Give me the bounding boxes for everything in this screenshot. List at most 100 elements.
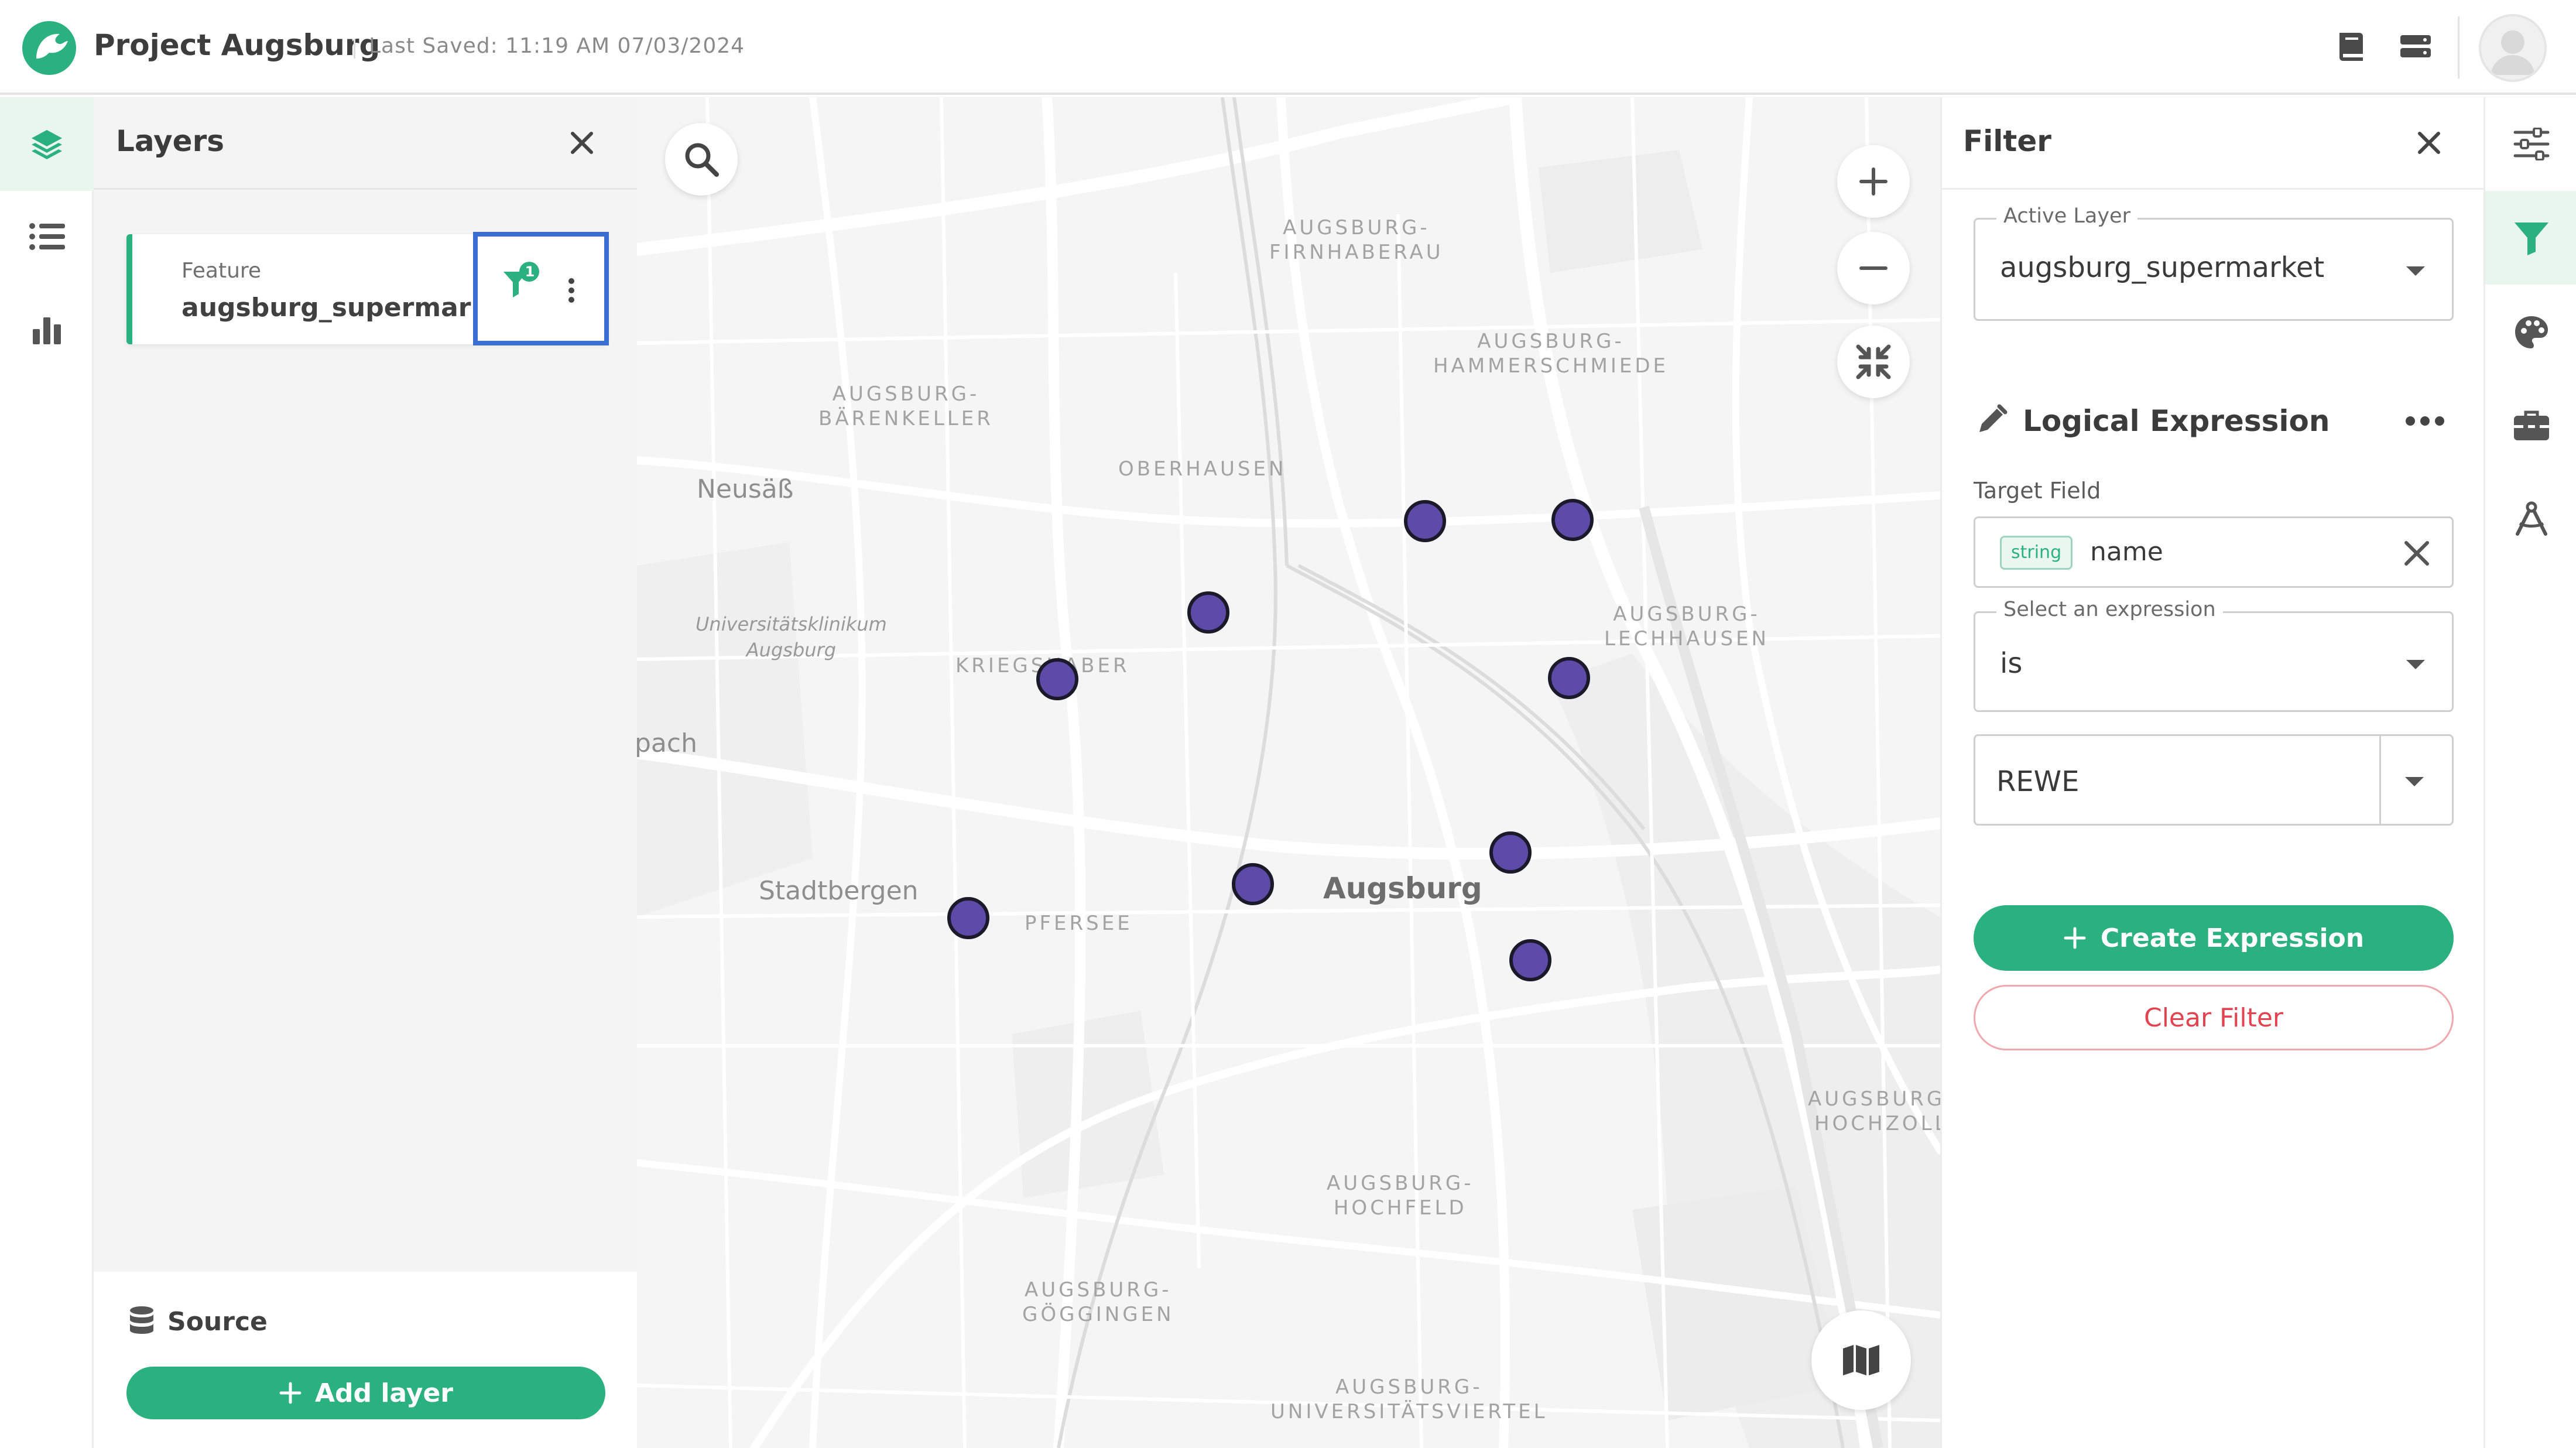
layer-actions-highlight: 1 [473, 232, 609, 345]
title-divider [354, 39, 355, 59]
add-layer-label: Add layer [314, 1378, 453, 1408]
map-label-oberhausen: OBERHAUSEN [1118, 457, 1287, 481]
clear-field-icon[interactable] [2403, 539, 2431, 567]
chevron-down-icon [2406, 660, 2425, 669]
map-point[interactable] [1548, 657, 1590, 699]
source-label: Source [167, 1307, 268, 1337]
filter-count-badge: 1 [525, 263, 535, 280]
map-point[interactable] [1036, 658, 1078, 700]
map-view[interactable]: AUGSBURG- FIRNHABERAU AUGSBURG- HAMMERSCHM… [637, 97, 1940, 1448]
layers-panel-title: Layers [116, 124, 224, 158]
user-avatar[interactable] [2479, 14, 2547, 82]
active-layer-select[interactable]: Active Layer augsburg_supermarket [1974, 204, 2454, 321]
map-label-pfersee: PFERSEE [1025, 912, 1133, 935]
app-header: Project Augsburg Last Saved: 11:19 AM 07… [0, 0, 2576, 95]
chevron-down-icon [2406, 266, 2425, 276]
filter-panel-header: Filter [1942, 97, 2483, 190]
field-type-chip: string [2000, 536, 2073, 570]
layer-name-label: augsburg_supermarket [181, 293, 518, 323]
last-saved-status: Last Saved: 11:19 AM 07/03/2024 [369, 34, 745, 58]
filter-value: REWE [1996, 765, 2080, 798]
filter-panel-title: Filter [1963, 124, 2051, 158]
select-expression-label: Select an expression [1996, 598, 2223, 621]
close-layers-icon[interactable] [563, 124, 601, 162]
minus-icon [1859, 266, 1888, 270]
source-area: Source Add layer [94, 1272, 637, 1448]
search-icon [685, 143, 719, 177]
map-label-firnhaberau: AUGSBURG- FIRNHABERAU [1269, 216, 1444, 264]
close-filter-icon[interactable] [2410, 124, 2448, 162]
add-layer-button[interactable]: Add layer [126, 1367, 605, 1419]
chevron-down-icon[interactable] [2405, 777, 2424, 786]
project-title[interactable]: Project Augsburg [94, 28, 380, 62]
map-search-button[interactable] [665, 123, 738, 196]
filter-value-combobox[interactable]: REWE [1974, 734, 2454, 826]
target-field-input[interactable]: string name [1974, 516, 2454, 588]
active-filter-icon[interactable]: 1 [502, 261, 543, 302]
source-section: Source Add layer [94, 1272, 637, 1448]
map-point[interactable] [1232, 863, 1274, 905]
map-label-neusaess: Neusäß [697, 474, 794, 504]
layer-settings-sliders-icon[interactable] [2485, 97, 2576, 191]
map-point[interactable] [1509, 939, 1551, 981]
map-label-hochfeld: AUGSBURG- HOCHFELD [1327, 1172, 1474, 1220]
map-icon [1843, 1345, 1879, 1375]
combobox-divider [2379, 736, 2381, 824]
map-label-baerenkeller: AUGSBURG- BÄRENKELLER [818, 382, 994, 430]
map-label-stadtbergen: Stadtbergen [759, 876, 919, 906]
database-icon [128, 1306, 156, 1336]
expression-select[interactable]: Select an expression is [1974, 598, 2454, 712]
filter-funnel-icon[interactable] [2485, 191, 2576, 285]
filter-panel: Filter Active Layer augsburg_supermarket… [1940, 97, 2483, 1448]
layers-icon[interactable] [0, 97, 94, 191]
zoom-out-button[interactable] [1837, 232, 1910, 304]
active-layer-value: augsburg_supermarket [2000, 251, 2325, 284]
scenario-compass-icon[interactable] [2485, 472, 2576, 566]
fullscreen-toggle-button[interactable] [1837, 326, 1910, 398]
pencil-icon [1974, 403, 2009, 438]
expression-select-value: is [2000, 647, 2023, 680]
charts-bar-icon[interactable] [0, 283, 94, 377]
right-tool-rail [2483, 97, 2576, 1448]
map-label-pach: pach [637, 728, 697, 758]
map-label-universitaetsviertel: AUGSBURG- UNIVERSITÄTSVIERTEL [1270, 1375, 1548, 1423]
map-label-goeggingen: AUGSBURG- GÖGGINGEN [1022, 1278, 1174, 1326]
left-navigation-rail [0, 97, 94, 1448]
map-point[interactable] [1404, 500, 1446, 542]
documentation-book-icon[interactable] [2330, 26, 2372, 68]
clear-filter-button[interactable]: Clear Filter [1974, 985, 2454, 1050]
plus-icon [2064, 927, 2086, 949]
map-label-hammerschmiede: AUGSBURG- HAMMERSCHMIEDE [1433, 330, 1669, 378]
target-field-value: name [2090, 537, 2163, 567]
basemap-layer [637, 97, 1940, 1448]
collapse-arrows-icon [1856, 344, 1891, 379]
map-label-lechhausen: AUGSBURG- LECHHAUSEN [1604, 603, 1769, 651]
jobs-server-icon[interactable] [2395, 26, 2437, 68]
layer-more-options-icon[interactable] [566, 275, 577, 307]
create-expression-button[interactable]: Create Expression [1974, 905, 2454, 971]
header-divider [2458, 16, 2459, 78]
style-palette-icon[interactable] [2485, 286, 2576, 379]
map-point[interactable] [1187, 591, 1229, 634]
layer-type-label: Feature [181, 259, 262, 283]
app-logo-icon[interactable] [21, 20, 77, 76]
clear-filter-label: Clear Filter [2143, 1002, 2284, 1033]
map-point[interactable] [1489, 831, 1532, 874]
map-label-augsburg: Augsburg [1323, 871, 1482, 905]
plus-icon [1859, 167, 1888, 196]
expression-more-options-icon[interactable] [2404, 413, 2445, 429]
map-point[interactable] [947, 897, 989, 939]
zoom-in-button[interactable] [1837, 145, 1910, 218]
plus-icon [279, 1382, 302, 1404]
active-layer-label: Active Layer [1996, 204, 2137, 228]
target-field-label: Target Field [1974, 478, 2101, 504]
logical-expression-title: Logical Expression [2023, 404, 2330, 438]
toolbox-icon[interactable] [2485, 379, 2576, 473]
create-expression-label: Create Expression [2100, 923, 2365, 953]
map-point[interactable] [1551, 499, 1594, 541]
map-label-hochzoll: AUGSBURG-HOCHZOLL [1808, 1087, 1940, 1135]
legend-list-icon[interactable] [0, 190, 94, 283]
basemap-switcher-button[interactable] [1811, 1310, 1911, 1410]
map-label-universitaetsklinikum: Universitätsklinikum Augsburg [696, 613, 887, 661]
layers-panel-header: Layers [94, 97, 637, 190]
